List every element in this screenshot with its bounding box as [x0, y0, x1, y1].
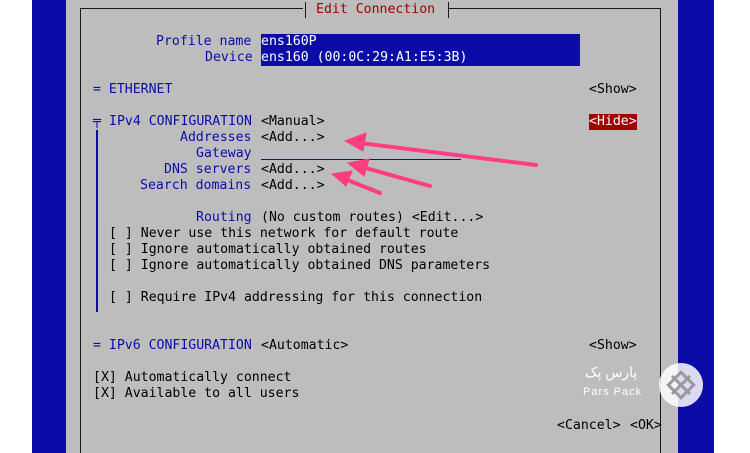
watermark-brand-en: Pars Pack — [583, 386, 643, 398]
arrow-to-dns — [343, 177, 382, 195]
arrow-to-addresses — [358, 141, 538, 167]
arrow-to-addresses-head — [343, 132, 367, 152]
arrow-to-dns-head — [330, 170, 353, 187]
arrow-to-gateway — [360, 165, 432, 188]
pars-pack-logo-icon — [659, 363, 703, 407]
watermark-brand-fa: پارس پک — [585, 364, 638, 380]
